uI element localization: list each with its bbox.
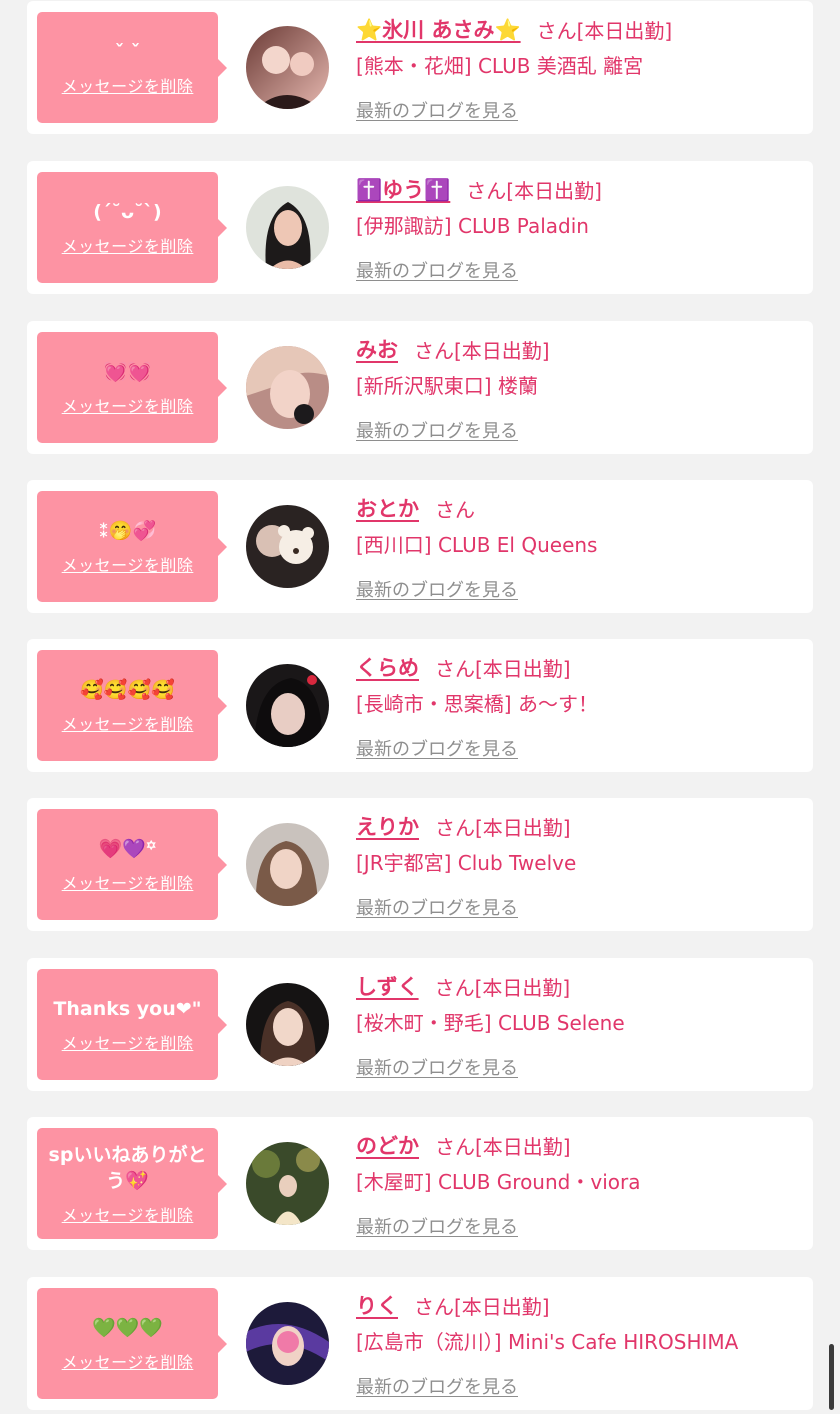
latest-blog-link[interactable]: 最新のブログを見る bbox=[356, 735, 518, 761]
cast-name-link[interactable]: おとか bbox=[356, 493, 419, 523]
cast-info: みお さん [本日出勤] [新所沢駅東口] 楼蘭 最新のブログを見る bbox=[356, 333, 803, 443]
message-bubble: (ˊ˘ᴗ˘ˋ) メッセージを削除 bbox=[37, 172, 227, 283]
cast-info: えりか さん [本日出勤] [JR宇都宮] Club Twelve 最新のブログを見… bbox=[356, 810, 803, 920]
message-bubble: 💓💓 メッセージを削除 bbox=[37, 332, 227, 443]
list-item: (ˊ˘ᴗ˘ˋ) メッセージを削除 ✝️ゆう✝️ さん [本日出勤] [伊那諏訪] C… bbox=[27, 161, 813, 294]
shop-info: [熊本・花畑] CLUB 美酒乱 離宮 bbox=[356, 54, 644, 78]
delete-message-link[interactable]: メッセージを削除 bbox=[62, 233, 194, 257]
message-text: (ˊ˘ᴗ˘ˋ) bbox=[93, 200, 162, 223]
avatar[interactable] bbox=[246, 1142, 329, 1225]
list-item: 💗💜꙳ メッセージを削除 えりか さん [本日出勤] [JR宇都宮] Club Tw… bbox=[27, 798, 813, 931]
cast-info: おとか さん [西川口] CLUB El Queens 最新のブログを見る bbox=[356, 492, 803, 602]
latest-blog-link[interactable]: 最新のブログを見る bbox=[356, 1213, 518, 1239]
shop-info: [伊那諏訪] CLUB Paladin bbox=[356, 214, 589, 238]
message-text: spいいねありがとう💖 bbox=[48, 1143, 207, 1192]
message-bubble: ˇ ˇ メッセージを削除 bbox=[37, 12, 227, 123]
message-bubble: 🥰🥰🥰🥰 メッセージを削除 bbox=[37, 650, 227, 761]
attendance-status: [本日出勤] bbox=[576, 18, 673, 43]
honorific: さん bbox=[414, 338, 454, 363]
shop-info: [桜木町・野毛] CLUB Selene bbox=[356, 1011, 625, 1035]
message-bubble: 💚💚💚 メッセージを削除 bbox=[37, 1288, 227, 1399]
shop-info: [JR宇都宮] Club Twelve bbox=[356, 851, 577, 875]
delete-message-link[interactable]: メッセージを削除 bbox=[62, 552, 194, 576]
cast-info: ✝️ゆう✝️ さん [本日出勤] [伊那諏訪] CLUB Paladin 最新のブロ… bbox=[356, 173, 803, 283]
attendance-status: [本日出勤] bbox=[475, 1134, 571, 1159]
honorific: さん bbox=[466, 178, 507, 203]
honorific: さん bbox=[435, 656, 475, 681]
attendance-status: [本日出勤] bbox=[475, 815, 571, 840]
message-text: 💓💓 bbox=[103, 360, 152, 383]
message-text: 🥰🥰🥰🥰 bbox=[80, 678, 175, 701]
list-item: ⁑🤭💞 メッセージを削除 おとか さん [西川口] CLUB El Queens … bbox=[27, 480, 813, 613]
honorific: さん bbox=[536, 18, 577, 43]
cast-info: のどか さん [本日出勤] [木屋町] CLUB Ground・viora 最新のブ… bbox=[356, 1129, 803, 1239]
cast-info: くらめ さん [本日出勤] [長崎市・思案橋] あ〜す！ 最新のブログを見る bbox=[356, 651, 803, 761]
shop-info: [西川口] CLUB El Queens bbox=[356, 533, 598, 557]
attendance-status: [本日出勤] bbox=[474, 975, 571, 1000]
delete-message-link[interactable]: メッセージを削除 bbox=[62, 870, 194, 894]
latest-blog-link[interactable]: 最新のブログを見る bbox=[356, 894, 518, 920]
message-text: Thanks you❤" bbox=[53, 997, 202, 1020]
shop-info: [広島市（流川）] Mini's Cafe HIROSHIMA bbox=[356, 1330, 739, 1354]
message-bubble: ⁑🤭💞 メッセージを削除 bbox=[37, 491, 227, 602]
cast-name-link[interactable]: ⭐氷川 あさみ⭐ bbox=[356, 14, 521, 44]
cast-name-link[interactable]: ✝️ゆう✝️ bbox=[356, 174, 450, 204]
avatar[interactable] bbox=[246, 26, 329, 109]
cast-name-link[interactable]: しずく bbox=[356, 971, 419, 1001]
message-text: 💚💚💚 bbox=[92, 1316, 163, 1339]
attendance-status: [本日出勤] bbox=[506, 178, 602, 203]
honorific: さん bbox=[435, 815, 475, 840]
latest-blog-link[interactable]: 最新のブログを見る bbox=[356, 97, 518, 123]
latest-blog-link[interactable]: 最新のブログを見る bbox=[356, 576, 518, 602]
list-item: 🥰🥰🥰🥰 メッセージを削除 くらめ さん [本日出勤] [長崎市・思案橋] あ〜す！… bbox=[27, 639, 813, 772]
latest-blog-link[interactable]: 最新のブログを見る bbox=[356, 1373, 518, 1399]
message-bubble: spいいねありがとう💖 メッセージを削除 bbox=[37, 1128, 227, 1239]
cast-name-link[interactable]: くらめ bbox=[356, 652, 419, 682]
cast-name-link[interactable]: りく bbox=[356, 1290, 398, 1320]
cast-info: ⭐氷川 あさみ⭐ さん [本日出勤] [熊本・花畑] CLUB 美酒乱 離宮 最新の… bbox=[356, 13, 803, 123]
honorific: さん bbox=[435, 1134, 475, 1159]
shop-info: [長崎市・思案橋] あ〜す！ bbox=[356, 692, 598, 716]
honorific: さん bbox=[435, 497, 475, 522]
cast-name-link[interactable]: みお bbox=[356, 334, 398, 364]
cast-name-link[interactable]: のどか bbox=[356, 1130, 419, 1160]
delete-message-link[interactable]: メッセージを削除 bbox=[62, 73, 194, 97]
honorific: さん bbox=[434, 975, 475, 1000]
scrollbar[interactable] bbox=[829, 1344, 834, 1410]
avatar[interactable] bbox=[246, 823, 329, 906]
message-text: 💗💜꙳ bbox=[98, 837, 157, 860]
avatar[interactable] bbox=[246, 1302, 329, 1385]
cast-info: しずく さん [本日出勤] [桜木町・野毛] CLUB Selene 最新のブログを… bbox=[356, 970, 803, 1080]
avatar[interactable] bbox=[246, 505, 329, 588]
latest-blog-link[interactable]: 最新のブログを見る bbox=[356, 257, 518, 283]
latest-blog-link[interactable]: 最新のブログを見る bbox=[356, 1054, 518, 1080]
message-text: ⁑🤭💞 bbox=[98, 519, 157, 542]
attendance-status: [本日出勤] bbox=[475, 656, 571, 681]
message-bubble: Thanks you❤" メッセージを削除 bbox=[37, 969, 227, 1080]
honorific: さん bbox=[414, 1294, 454, 1319]
delete-message-link[interactable]: メッセージを削除 bbox=[62, 1202, 194, 1226]
delete-message-link[interactable]: メッセージを削除 bbox=[62, 1349, 194, 1373]
delete-message-link[interactable]: メッセージを削除 bbox=[62, 711, 194, 735]
avatar[interactable] bbox=[246, 983, 329, 1066]
shop-info: [新所沢駅東口] 楼蘭 bbox=[356, 374, 538, 398]
list-item: Thanks you❤" メッセージを削除 しずく さん [本日出勤] [桜木町・野… bbox=[27, 958, 813, 1091]
message-text: ˇ ˇ bbox=[114, 40, 141, 63]
list-item: ˇ ˇ メッセージを削除 ⭐氷川 あさみ⭐ さん [本日出勤] [熊本・花畑] CL… bbox=[27, 1, 813, 134]
shop-info: [木屋町] CLUB Ground・viora bbox=[356, 1170, 641, 1194]
avatar[interactable] bbox=[246, 346, 329, 429]
avatar[interactable] bbox=[246, 186, 329, 269]
attendance-status: [本日出勤] bbox=[454, 1294, 550, 1319]
list-item: 💚💚💚 メッセージを削除 りく さん [本日出勤] [広島市（流川）] Mini's… bbox=[27, 1277, 813, 1410]
cast-info: りく さん [本日出勤] [広島市（流川）] Mini's Cafe HIROSHI… bbox=[356, 1289, 803, 1399]
list-item: spいいねありがとう💖 メッセージを削除 のどか さん [本日出勤] [木屋町] C… bbox=[27, 1117, 813, 1250]
avatar[interactable] bbox=[246, 664, 329, 747]
list-item: 💓💓 メッセージを削除 みお さん [本日出勤] [新所沢駅東口] 楼蘭 最新のブロ… bbox=[27, 321, 813, 454]
message-bubble: 💗💜꙳ メッセージを削除 bbox=[37, 809, 227, 920]
attendance-status: [本日出勤] bbox=[454, 338, 550, 363]
cast-name-link[interactable]: えりか bbox=[356, 811, 419, 841]
latest-blog-link[interactable]: 最新のブログを見る bbox=[356, 417, 518, 443]
delete-message-link[interactable]: メッセージを削除 bbox=[62, 1030, 194, 1054]
delete-message-link[interactable]: メッセージを削除 bbox=[62, 393, 194, 417]
